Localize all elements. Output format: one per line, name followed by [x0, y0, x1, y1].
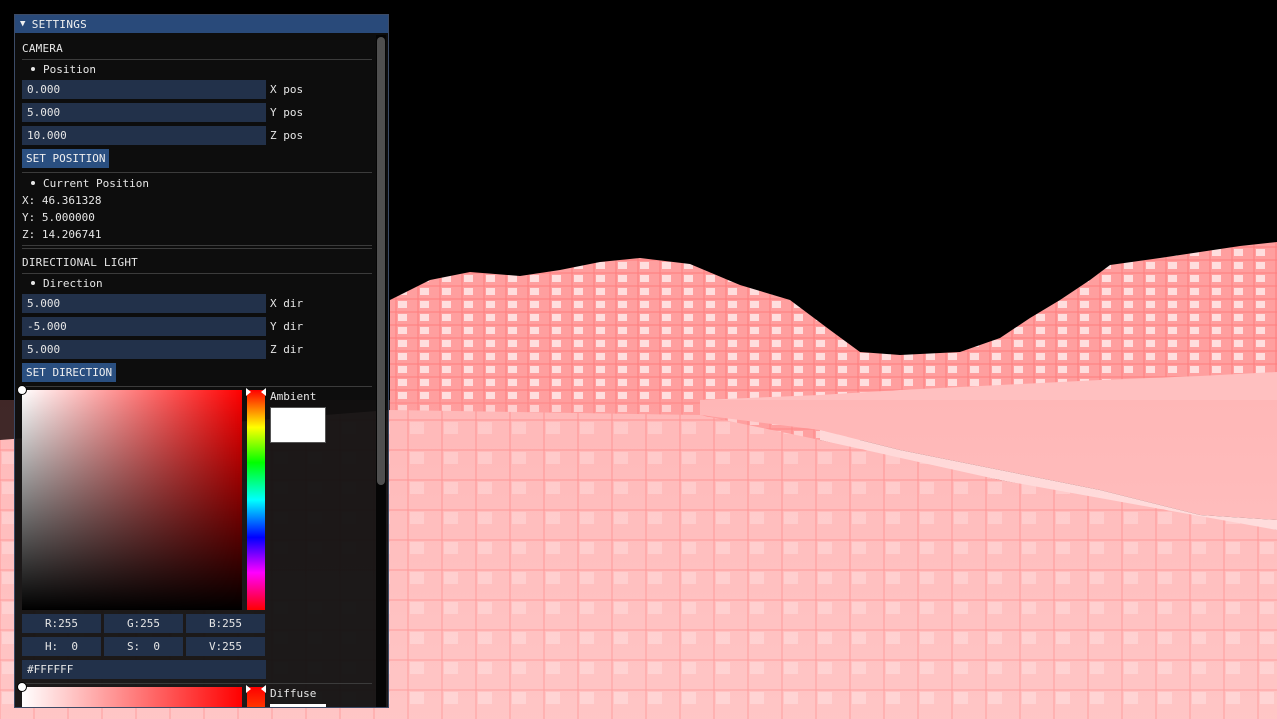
position-separator — [22, 172, 372, 173]
ambient-v-input[interactable]: V:255 — [186, 637, 265, 656]
hue-marker-left-icon — [246, 388, 251, 396]
current-position-label: Current Position — [43, 176, 149, 190]
current-x-readout: X: 46.361328 — [22, 194, 102, 207]
bullet-icon — [31, 67, 35, 71]
section-separator-1 — [22, 245, 372, 246]
scrollbar-thumb[interactable] — [377, 37, 385, 485]
z-pos-label: Z pos — [270, 129, 304, 142]
z-pos-input[interactable]: 10.000 — [22, 126, 266, 145]
current-y-readout: Y: 5.000000 — [22, 211, 95, 224]
diffuse-color-swatch[interactable] — [270, 704, 326, 707]
position-node[interactable]: Position — [22, 60, 96, 78]
direction-label: Direction — [43, 276, 103, 290]
ambient-label: Ambient — [270, 390, 317, 403]
ambient-saturation-value-picker[interactable] — [17, 385, 242, 610]
hue-marker-right-icon — [261, 388, 266, 396]
position-label: Position — [43, 62, 96, 76]
x-dir-input[interactable]: 5.000 — [22, 294, 266, 313]
diffuse-label: Diffuse — [270, 687, 317, 700]
settings-title-bar[interactable]: ▼ SETTINGS — [15, 15, 388, 33]
bullet-icon — [31, 281, 35, 285]
set-position-button[interactable]: SET POSITION — [22, 149, 110, 168]
diffuse-hue-slider[interactable] — [246, 685, 266, 707]
bullet-icon — [31, 181, 35, 185]
set-direction-button[interactable]: SET DIRECTION — [22, 363, 117, 382]
y-pos-input[interactable]: 5.000 — [22, 103, 266, 122]
current-z-readout: Z: 14.206741 — [22, 228, 102, 241]
window-title: SETTINGS — [31, 17, 88, 31]
directional-light-header[interactable]: DIRECTIONAL LIGHT — [22, 253, 138, 271]
direction-node[interactable]: Direction — [22, 274, 103, 292]
current-position-node[interactable]: Current Position — [22, 174, 149, 192]
ambient-color-swatch[interactable] — [270, 407, 326, 443]
y-pos-label: Y pos — [270, 106, 304, 119]
y-dir-label: Y dir — [270, 320, 304, 333]
x-pos-input[interactable]: 0.000 — [22, 80, 266, 99]
ambient-s-input[interactable]: S: 0 — [104, 637, 183, 656]
ambient-hue-slider[interactable] — [246, 388, 266, 610]
settings-scrollbar[interactable] — [376, 35, 386, 707]
diffuse-saturation-value-picker[interactable] — [17, 682, 242, 707]
ambient-h-input[interactable]: H: 0 — [22, 637, 101, 656]
ambient-hex-input[interactable]: #FFFFFF — [22, 660, 266, 679]
direction-separator — [22, 386, 372, 387]
x-dir-label: X dir — [270, 297, 304, 310]
hue-marker-right-icon — [261, 685, 266, 693]
ambient-r-input[interactable]: R:255 — [22, 614, 101, 633]
hue-marker-left-icon — [246, 685, 251, 693]
y-dir-input[interactable]: -5.000 — [22, 317, 266, 336]
settings-window: ▼ SETTINGS CAMERA Position 0.000 X pos 5… — [14, 14, 389, 708]
ambient-g-input[interactable]: G:255 — [104, 614, 183, 633]
collapse-triangle-icon[interactable]: ▼ — [20, 19, 26, 29]
diffuse-picker-cursor[interactable] — [17, 682, 27, 692]
ambient-picker-cursor[interactable] — [17, 385, 27, 395]
z-dir-label: Z dir — [270, 343, 304, 356]
x-pos-label: X pos — [270, 83, 304, 96]
camera-header[interactable]: CAMERA — [22, 39, 63, 57]
ambient-b-input[interactable]: B:255 — [186, 614, 265, 633]
section-separator-2 — [22, 248, 372, 249]
z-dir-input[interactable]: 5.000 — [22, 340, 266, 359]
picker-separator — [22, 683, 372, 684]
